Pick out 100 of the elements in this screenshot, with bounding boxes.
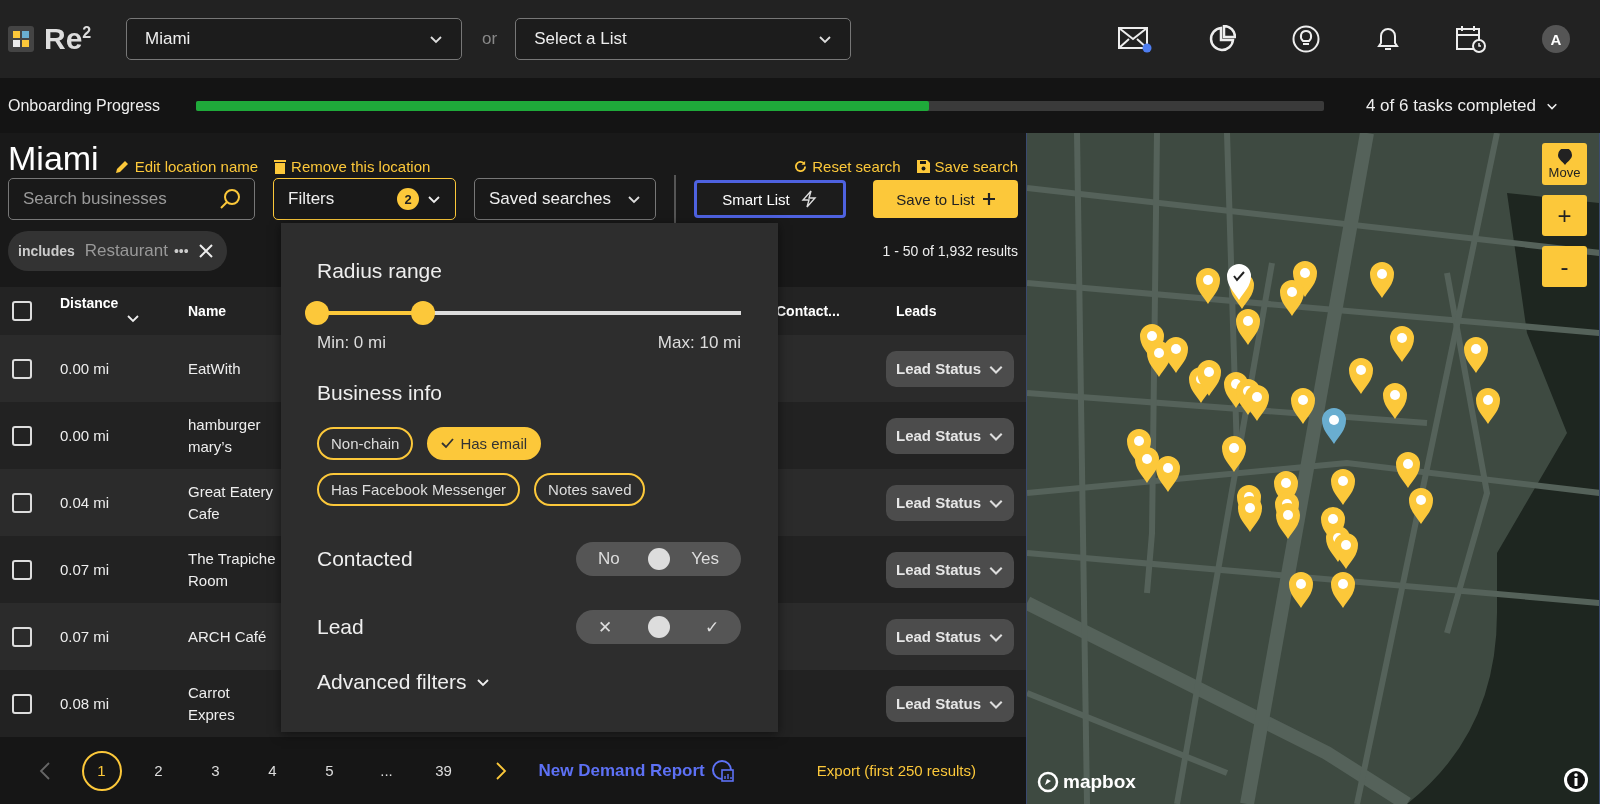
page-link[interactable]: 4 xyxy=(244,751,301,790)
zoom-out-button[interactable]: - xyxy=(1542,246,1587,287)
saved-searches-dropdown[interactable]: Saved searches xyxy=(474,178,656,220)
tri-state-toggle[interactable]: ✕ ✓ xyxy=(576,610,741,644)
lead-status-dropdown[interactable]: Lead Status xyxy=(886,618,1014,655)
toggle-option[interactable]: No xyxy=(598,549,620,569)
lead-status-dropdown[interactable]: Lead Status xyxy=(886,350,1014,387)
column-header[interactable]: Leads xyxy=(896,303,937,319)
filter-tag[interactable]: Has Facebook Messenger xyxy=(317,473,521,506)
or-label: or xyxy=(482,29,498,49)
check-icon xyxy=(441,438,455,449)
map-drawing[interactable] xyxy=(1027,133,1599,804)
map-pin[interactable] xyxy=(1476,388,1500,424)
map-pin-cluster[interactable] xyxy=(1274,471,1300,539)
row-checkbox[interactable] xyxy=(12,492,32,513)
map-pin[interactable] xyxy=(1222,436,1246,472)
filter-chip[interactable]: includes Restaurant ••• xyxy=(8,231,227,271)
close-icon[interactable] xyxy=(198,244,213,258)
name-cell-text: Great Eatery Cafe xyxy=(188,481,275,524)
row-checkbox[interactable] xyxy=(12,559,32,580)
list-select[interactable]: Select a List xyxy=(515,18,852,60)
onboarding-label: Onboarding Progress xyxy=(8,96,161,115)
toggle-label: Lead xyxy=(317,615,364,639)
filter-tag[interactable]: Non-chain xyxy=(317,427,414,460)
calendar-clock-icon[interactable] xyxy=(1456,25,1486,53)
row-checkbox[interactable] xyxy=(12,626,32,647)
map-pin-cluster[interactable] xyxy=(1227,264,1260,345)
next-page-icon[interactable] xyxy=(494,761,507,780)
column-header[interactable]: Name xyxy=(188,303,227,319)
page-link[interactable]: 2 xyxy=(130,751,187,790)
zoom-in-button[interactable]: + xyxy=(1542,195,1587,236)
search-action-link[interactable]: Save search xyxy=(916,158,1018,175)
mail-icon[interactable] xyxy=(1118,25,1152,53)
section-title: Business info xyxy=(317,381,443,405)
map-pin[interactable] xyxy=(1322,408,1346,444)
filter-tag[interactable]: Notes saved xyxy=(534,473,646,506)
slider-thumb[interactable] xyxy=(411,301,435,325)
move-button[interactable]: Move xyxy=(1542,143,1587,185)
map-pin-cluster[interactable] xyxy=(1140,324,1221,403)
map-pin[interactable] xyxy=(1289,572,1313,608)
map-pin-cluster[interactable] xyxy=(1321,507,1358,569)
map-pin-cluster[interactable] xyxy=(1127,429,1180,492)
map-pin[interactable] xyxy=(1370,262,1394,298)
map-pin-cluster[interactable] xyxy=(1237,485,1262,532)
save-to-list-button[interactable]: Save to List xyxy=(873,180,1018,218)
search-field[interactable]: Search businesses xyxy=(8,178,255,220)
slider-thumb[interactable] xyxy=(305,301,329,325)
page-link[interactable]: 39 xyxy=(415,751,472,790)
avatar[interactable]: A xyxy=(1542,25,1570,53)
map-pin[interactable] xyxy=(1331,572,1355,608)
distance-cell-text: 0.00 mi xyxy=(60,427,111,444)
map-pin[interactable] xyxy=(1291,388,1315,424)
tri-state-toggle[interactable]: No Yes xyxy=(576,542,741,576)
chip-value: Restaurant xyxy=(84,241,168,261)
filter-tag[interactable]: Has email xyxy=(427,427,542,460)
toggle-option[interactable]: ✓ xyxy=(705,616,719,638)
advanced-filters-toggle[interactable]: Advanced filters xyxy=(317,670,742,694)
page-link[interactable]: ... xyxy=(358,751,415,790)
lightning-icon xyxy=(799,190,818,208)
info-icon[interactable] xyxy=(1563,767,1589,793)
page-link[interactable]: 5 xyxy=(301,751,358,790)
lead-status-dropdown[interactable]: Lead Status xyxy=(886,417,1014,454)
map-pin[interactable] xyxy=(1464,337,1488,373)
map-pin[interactable] xyxy=(1349,358,1373,394)
row-checkbox[interactable] xyxy=(12,358,32,379)
row-checkbox[interactable] xyxy=(12,425,32,446)
lightbulb-icon[interactable] xyxy=(1292,25,1320,53)
previous-page-icon[interactable] xyxy=(38,761,51,780)
row-checkbox[interactable] xyxy=(12,693,32,714)
map-pin[interactable] xyxy=(1331,469,1355,505)
search-action-link[interactable]: Reset search xyxy=(794,158,901,175)
bell-icon[interactable] xyxy=(1376,25,1400,53)
map-pin-cluster[interactable] xyxy=(1396,452,1433,524)
map-pin-cluster[interactable] xyxy=(1280,261,1317,316)
distance-cell-text: 0.08 mi xyxy=(60,695,111,712)
map-pin[interactable] xyxy=(1390,326,1414,362)
select-all-checkbox[interactable] xyxy=(12,301,32,321)
new-demand-report-link[interactable]: New Demand Report xyxy=(532,757,741,784)
location-action-link[interactable]: Remove this location xyxy=(274,158,431,175)
pencil-icon xyxy=(114,159,130,174)
tasks-completed-toggle[interactable]: 4 of 6 tasks completed xyxy=(1359,94,1564,117)
export-link[interactable]: Export (first 250 results) xyxy=(810,761,982,780)
lead-status-dropdown[interactable]: Lead Status xyxy=(886,685,1014,722)
pie-chart-icon[interactable] xyxy=(1208,25,1236,53)
page-link[interactable]: 3 xyxy=(187,751,244,790)
map-pin[interactable] xyxy=(1383,383,1407,419)
logo-icon xyxy=(8,26,34,52)
location-action-link[interactable]: Edit location name xyxy=(114,158,259,175)
column-header[interactable]: Contact... xyxy=(776,303,840,319)
column-header[interactable]: Distance xyxy=(60,294,119,311)
map-pin[interactable] xyxy=(1196,268,1220,304)
distance-cell-text: 0.07 mi xyxy=(60,628,111,645)
lead-status-dropdown[interactable]: Lead Status xyxy=(886,551,1014,588)
filters-dropdown[interactable]: Filters 2 xyxy=(273,178,456,220)
toggle-option[interactable]: Yes xyxy=(691,549,719,569)
toggle-option[interactable]: ✕ xyxy=(598,616,612,638)
lead-status-dropdown[interactable]: Lead Status xyxy=(886,484,1014,521)
location-select[interactable]: Miami xyxy=(126,18,462,60)
map-pin-cluster[interactable] xyxy=(1224,372,1269,421)
smart-list-button[interactable]: Smart List xyxy=(694,180,846,218)
